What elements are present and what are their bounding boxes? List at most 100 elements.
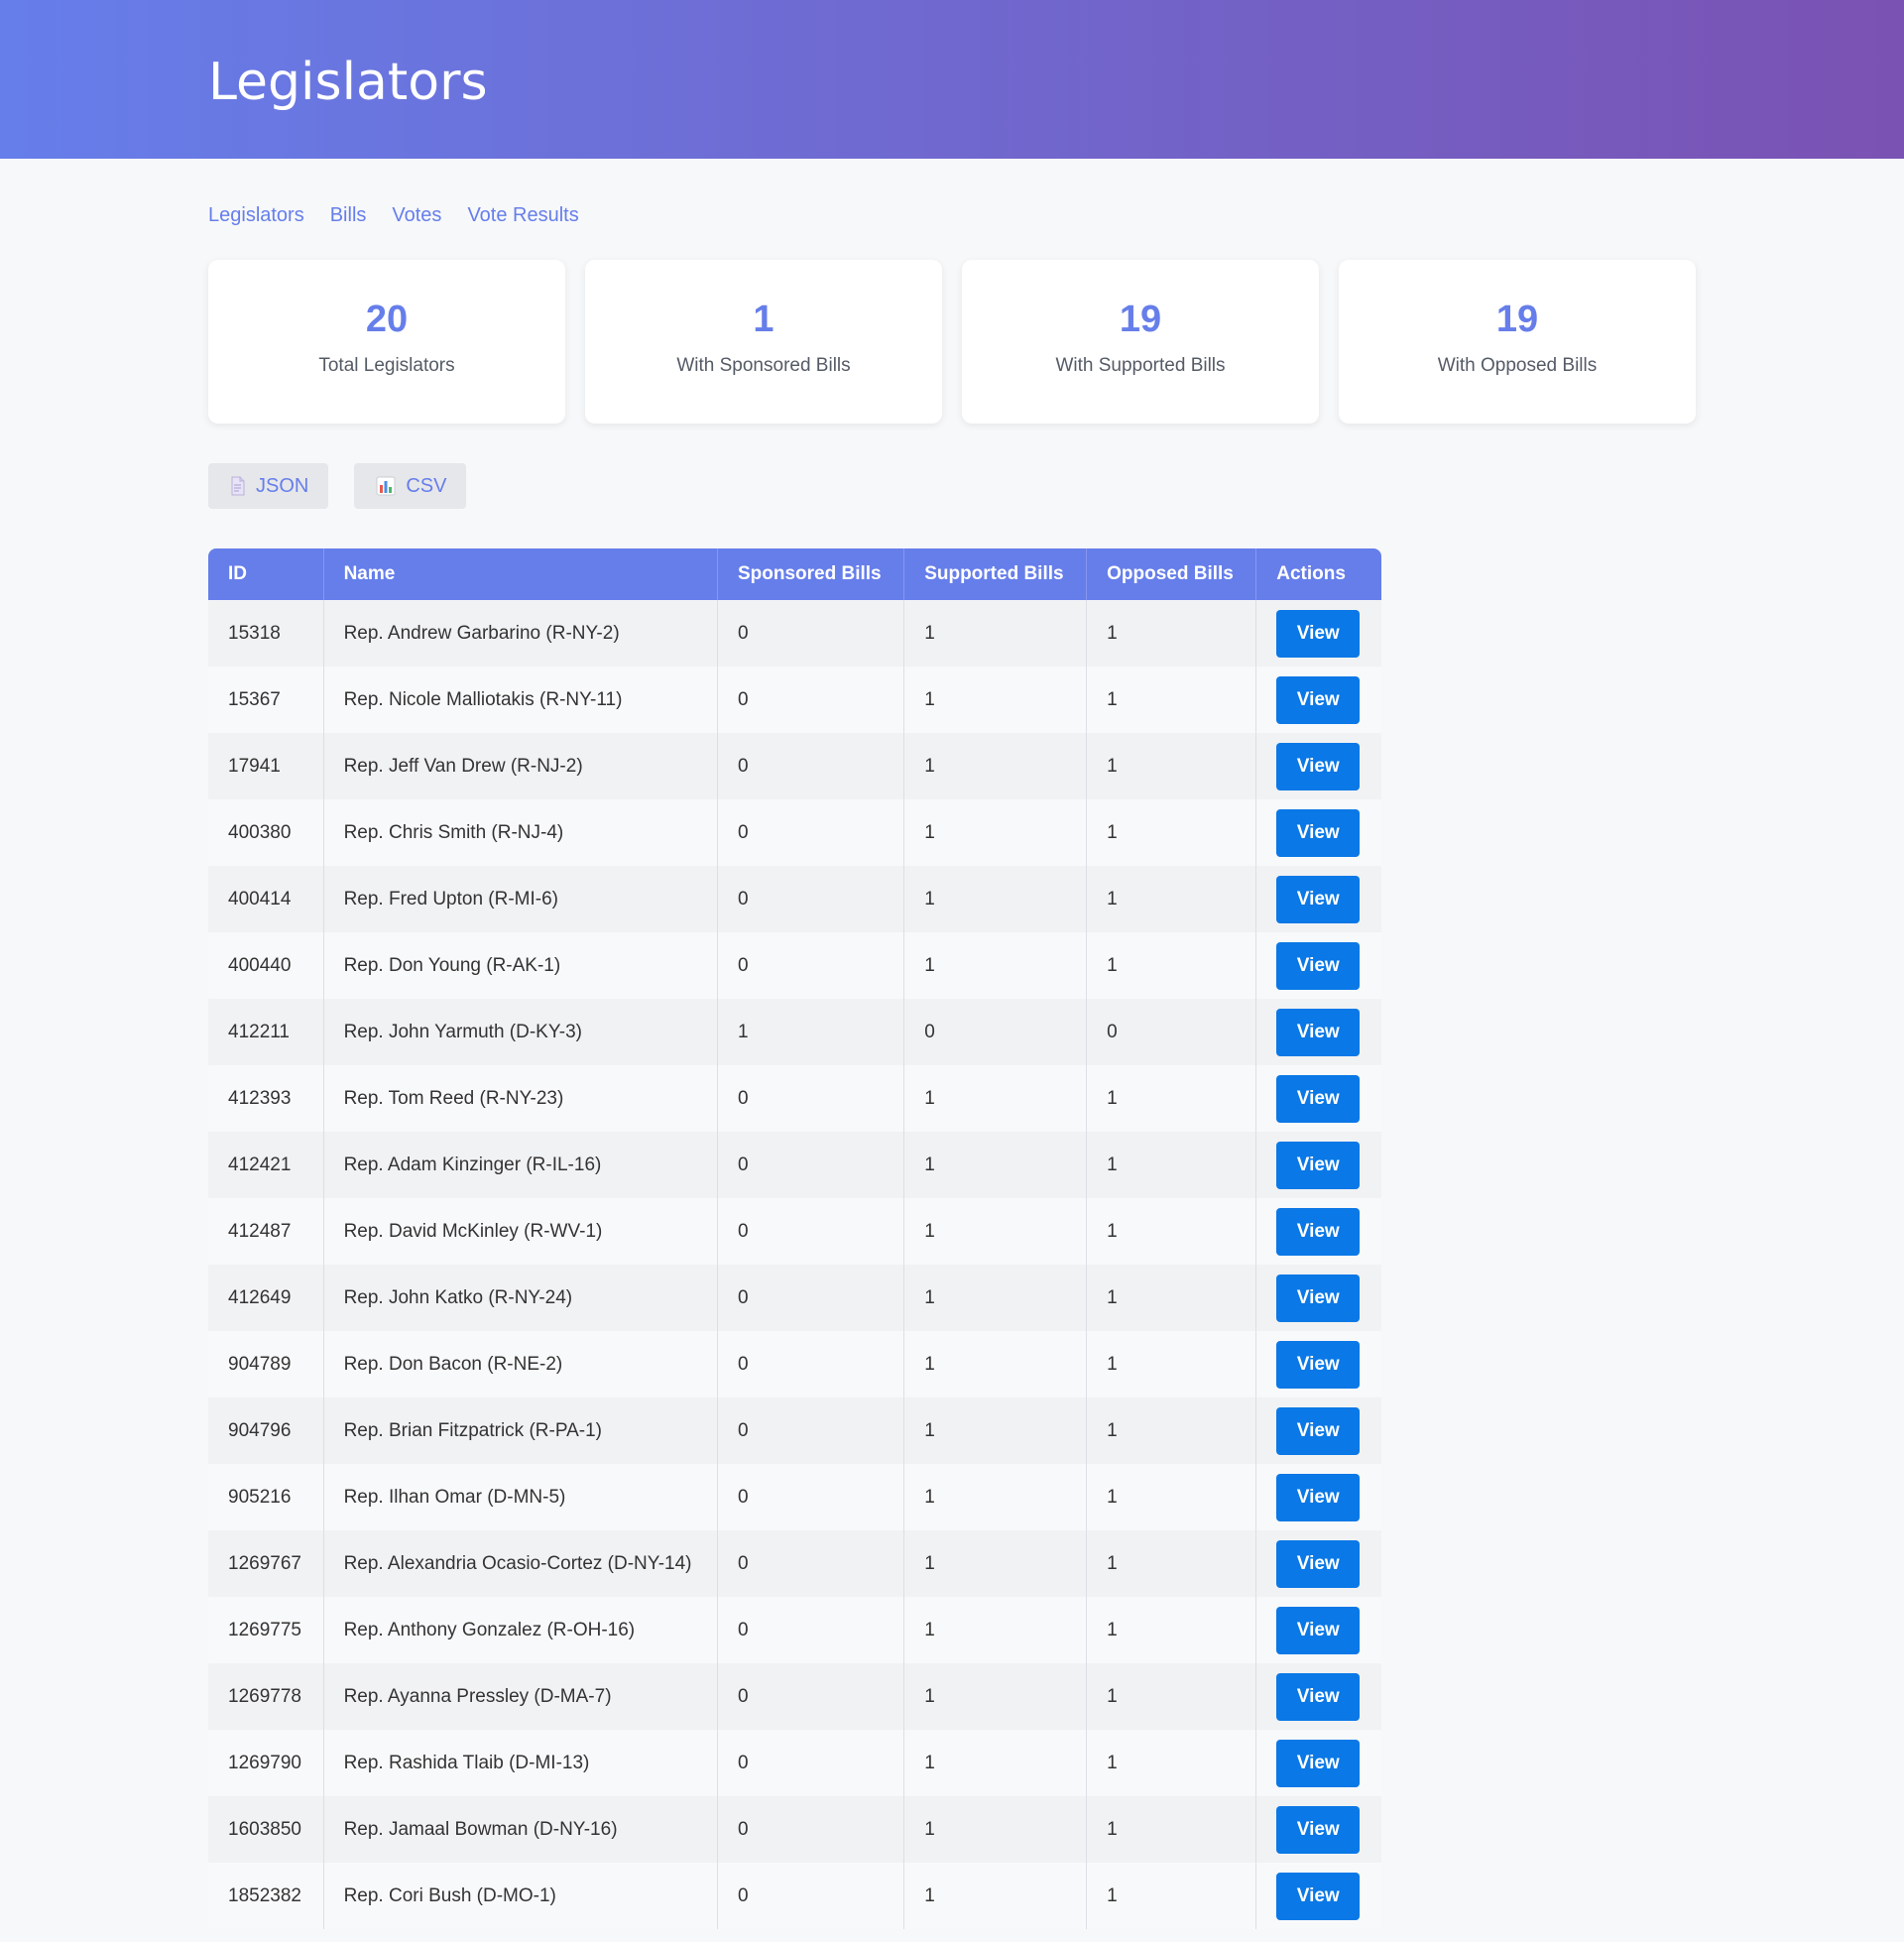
cell-supported-bills: 1 [903, 1796, 1088, 1863]
view-button[interactable]: View [1276, 1672, 1361, 1721]
cell-supported-bills: 1 [903, 1663, 1088, 1730]
cell-actions: View [1255, 1796, 1381, 1863]
export-csv-button[interactable]: CSV [354, 463, 467, 509]
view-button[interactable]: View [1276, 1606, 1361, 1654]
cell-name: Rep. John Yarmuth (D-KY-3) [323, 999, 718, 1065]
stat-value: 1 [753, 299, 774, 340]
stat-label: With Opposed Bills [1437, 355, 1598, 376]
cell-actions: View [1255, 866, 1381, 932]
cell-id: 412649 [208, 1265, 324, 1331]
view-button[interactable]: View [1276, 1207, 1361, 1256]
cell-sponsored-bills: 0 [717, 799, 905, 866]
view-button[interactable]: View [1276, 1473, 1361, 1521]
view-button[interactable]: View [1276, 1074, 1361, 1123]
cell-actions: View [1255, 1198, 1381, 1265]
cell-id: 412393 [208, 1065, 324, 1132]
cell-supported-bills: 1 [903, 1265, 1088, 1331]
column-header-supported[interactable]: Supported Bills [903, 548, 1088, 600]
cell-name: Rep. Ayanna Pressley (D-MA-7) [323, 1663, 718, 1730]
cell-name: Rep. Alexandria Ocasio-Cortez (D-NY-14) [323, 1530, 718, 1597]
export-csv-label: CSV [406, 474, 447, 497]
cell-sponsored-bills: 0 [717, 1397, 905, 1464]
cell-opposed-bills: 1 [1086, 866, 1257, 932]
cell-opposed-bills: 1 [1086, 1331, 1257, 1397]
cell-name: Rep. Jamaal Bowman (D-NY-16) [323, 1796, 718, 1863]
view-button[interactable]: View [1276, 1274, 1361, 1322]
view-button[interactable]: View [1276, 1008, 1361, 1056]
cell-actions: View [1255, 733, 1381, 799]
cell-name: Rep. Chris Smith (R-NJ-4) [323, 799, 718, 866]
cell-supported-bills: 1 [903, 1331, 1088, 1397]
cell-sponsored-bills: 0 [717, 667, 905, 733]
cell-sponsored-bills: 0 [717, 733, 905, 799]
cell-opposed-bills: 1 [1086, 1597, 1257, 1663]
view-button[interactable]: View [1276, 1805, 1361, 1854]
export-json-button[interactable]: JSON [208, 463, 329, 509]
cell-opposed-bills: 1 [1086, 1397, 1257, 1464]
nav-link-bills[interactable]: Bills [330, 200, 367, 230]
table-row: 1269778 Rep. Ayanna Pressley (D-MA-7) 0 1 1 V… [208, 1663, 1381, 1730]
table-row: 1603850 Rep. Jamaal Bowman (D-NY-16) 0 1 1 Vi… [208, 1796, 1381, 1863]
table-row: 17941 Rep. Jeff Van Drew (R-NJ-2) 0 1 1 View [208, 733, 1381, 799]
view-button[interactable]: View [1276, 609, 1361, 658]
view-button[interactable]: View [1276, 808, 1361, 857]
page-title: Legislators [208, 53, 488, 112]
cell-supported-bills: 1 [903, 1132, 1088, 1198]
cell-name: Rep. Brian Fitzpatrick (R-PA-1) [323, 1397, 718, 1464]
cell-sponsored-bills: 0 [717, 932, 905, 999]
cell-opposed-bills: 0 [1086, 999, 1257, 1065]
cell-opposed-bills: 1 [1086, 733, 1257, 799]
view-button[interactable]: View [1276, 1406, 1361, 1455]
stats-cards: 20 Total Legislators 1 With Sponsored Bi… [208, 260, 1904, 424]
cell-sponsored-bills: 0 [717, 1663, 905, 1730]
table-row: 400414 Rep. Fred Upton (R-MI-6) 0 1 1 View [208, 866, 1381, 932]
view-button[interactable]: View [1276, 1872, 1361, 1920]
cell-actions: View [1255, 1132, 1381, 1198]
cell-name: Rep. Don Young (R-AK-1) [323, 932, 718, 999]
view-button[interactable]: View [1276, 742, 1361, 790]
table-row: 1269790 Rep. Rashida Tlaib (D-MI-13) 0 1 1 Vi… [208, 1730, 1381, 1796]
view-button[interactable]: View [1276, 1539, 1361, 1588]
cell-id: 904789 [208, 1331, 324, 1397]
cell-opposed-bills: 1 [1086, 1663, 1257, 1730]
view-button[interactable]: View [1276, 1141, 1361, 1189]
view-button[interactable]: View [1276, 875, 1361, 923]
stat-card-sponsored: 1 With Sponsored Bills [585, 260, 942, 424]
page-header: Legislators [0, 0, 1904, 159]
cell-name: Rep. David McKinley (R-WV-1) [323, 1198, 718, 1265]
cell-actions: View [1255, 1730, 1381, 1796]
nav-link-legislators[interactable]: Legislators [208, 200, 304, 230]
cell-id: 904796 [208, 1397, 324, 1464]
bar-chart-icon [376, 476, 396, 496]
table-row: 904796 Rep. Brian Fitzpatrick (R-PA-1) 0 1 1… [208, 1397, 1381, 1464]
main-content: Legislators Bills Votes Vote Results 20 … [0, 200, 1904, 1929]
nav-link-votes[interactable]: Votes [392, 200, 441, 230]
cell-actions: View [1255, 1331, 1381, 1397]
cell-supported-bills: 1 [903, 799, 1088, 866]
view-button[interactable]: View [1276, 1340, 1361, 1389]
view-button[interactable]: View [1276, 1739, 1361, 1787]
table-row: 1269767 Rep. Alexandria Ocasio-Cortez (D-… [208, 1530, 1381, 1597]
cell-id: 1852382 [208, 1863, 324, 1929]
cell-actions: View [1255, 932, 1381, 999]
view-button[interactable]: View [1276, 675, 1361, 724]
cell-supported-bills: 1 [903, 1730, 1088, 1796]
column-header-id[interactable]: ID [208, 548, 324, 600]
cell-actions: View [1255, 1663, 1381, 1730]
table-row: 1852382 Rep. Cori Bush (D-MO-1) 0 1 1 View [208, 1863, 1381, 1929]
cell-opposed-bills: 1 [1086, 1132, 1257, 1198]
cell-supported-bills: 1 [903, 1464, 1088, 1530]
column-header-sponsored[interactable]: Sponsored Bills [717, 548, 905, 600]
column-header-name[interactable]: Name [323, 548, 718, 600]
cell-opposed-bills: 1 [1086, 1730, 1257, 1796]
view-button[interactable]: View [1276, 941, 1361, 990]
nav-link-vote-results[interactable]: Vote Results [467, 200, 578, 230]
cell-id: 1269778 [208, 1663, 324, 1730]
cell-sponsored-bills: 0 [717, 1132, 905, 1198]
cell-sponsored-bills: 0 [717, 1530, 905, 1597]
cell-supported-bills: 1 [903, 1597, 1088, 1663]
top-nav: Legislators Bills Votes Vote Results [208, 200, 1904, 230]
cell-opposed-bills: 1 [1086, 1198, 1257, 1265]
export-json-label: JSON [256, 474, 309, 497]
column-header-opposed[interactable]: Opposed Bills [1086, 548, 1257, 600]
